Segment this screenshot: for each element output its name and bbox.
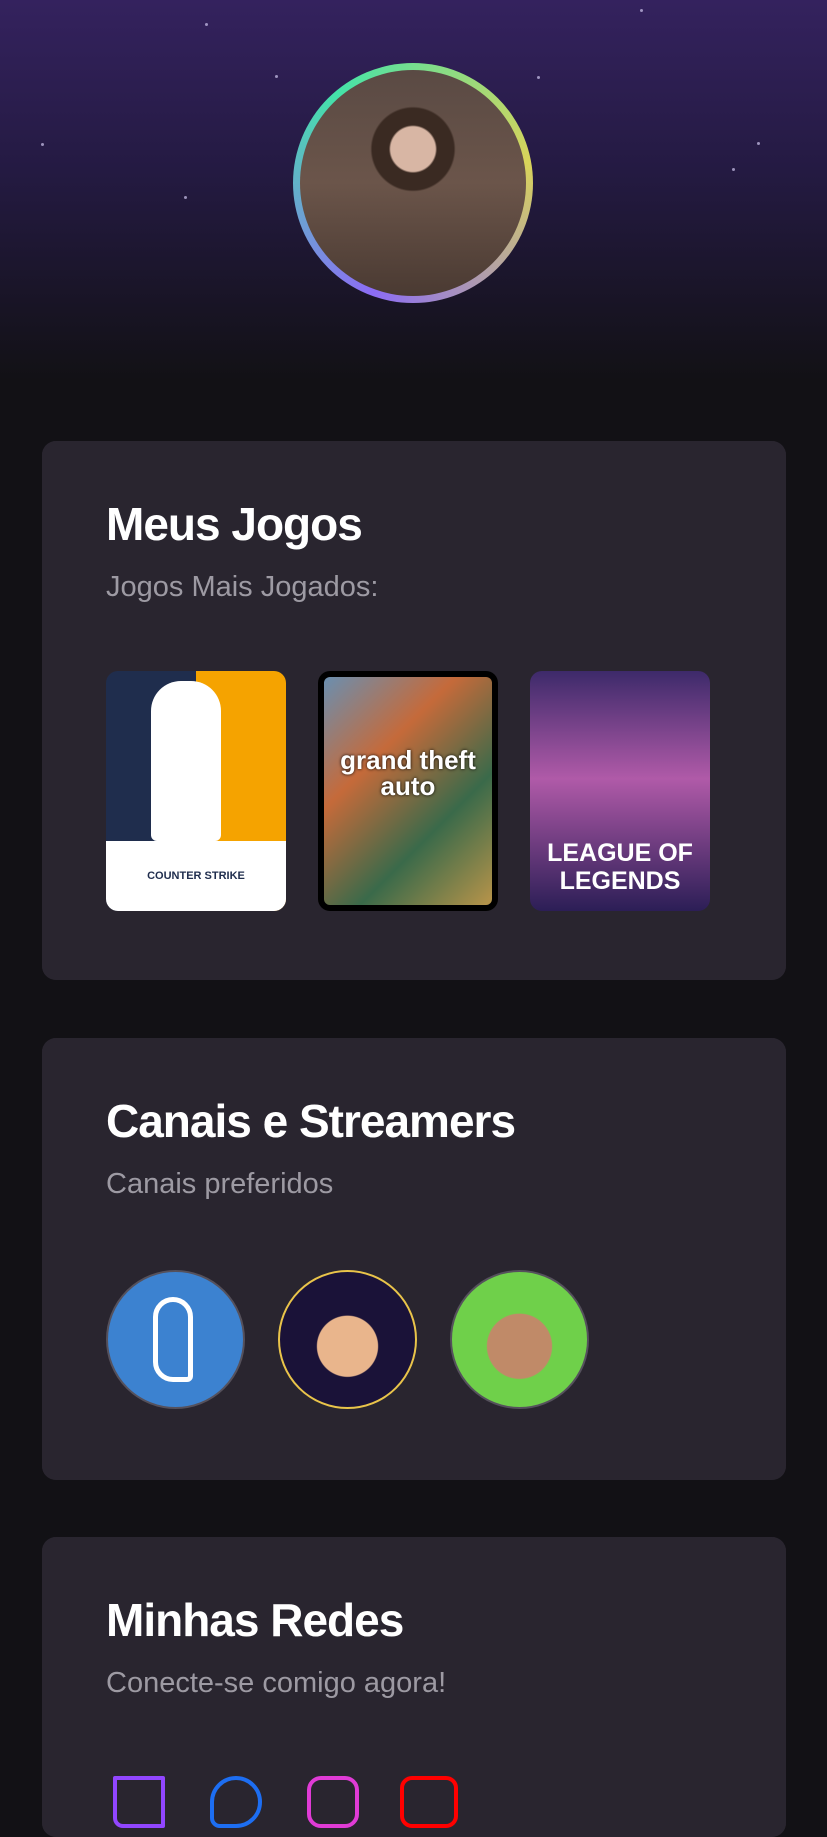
csgo-logo: COUNTER STRIKE xyxy=(106,841,286,911)
social-card: Minhas Redes Conecte-se comigo agora! xyxy=(42,1529,786,1837)
profile-avatar xyxy=(293,63,533,303)
channels-card: Canais e Streamers Canais preferidos xyxy=(42,1030,786,1480)
youtube-icon[interactable] xyxy=(400,1776,458,1828)
game-lol[interactable]: LEAGUE OF LEGENDS xyxy=(530,671,710,911)
channel-avatar-1[interactable] xyxy=(106,1270,245,1409)
hero-banner xyxy=(0,0,827,380)
channels-subtitle: Canais preferidos xyxy=(106,1168,334,1200)
games-title: Meus Jogos xyxy=(106,498,363,550)
game-gta5[interactable]: grand theft auto xyxy=(318,671,498,911)
bird-logo-icon xyxy=(153,1297,193,1382)
social-subtitle: Conecte-se comigo agora! xyxy=(106,1667,447,1699)
game-csgo[interactable]: COUNTER STRIKE xyxy=(106,671,286,911)
profile-photo xyxy=(300,70,526,296)
games-card: Meus Jogos Jogos Mais Jogados: COUNTER S… xyxy=(42,433,786,980)
soldier-silhouette xyxy=(151,681,221,841)
channel-avatar-3[interactable] xyxy=(450,1270,589,1409)
channels-title: Canais e Streamers xyxy=(106,1095,516,1147)
games-subtitle: Jogos Mais Jogados: xyxy=(106,571,379,603)
channel-avatar-2[interactable] xyxy=(278,1270,417,1409)
twitter-icon[interactable] xyxy=(210,1776,262,1828)
twitch-icon[interactable] xyxy=(113,1776,165,1828)
gta-logo: grand theft auto xyxy=(324,677,492,905)
social-title: Minhas Redes xyxy=(106,1594,404,1646)
instagram-icon[interactable] xyxy=(307,1776,359,1828)
